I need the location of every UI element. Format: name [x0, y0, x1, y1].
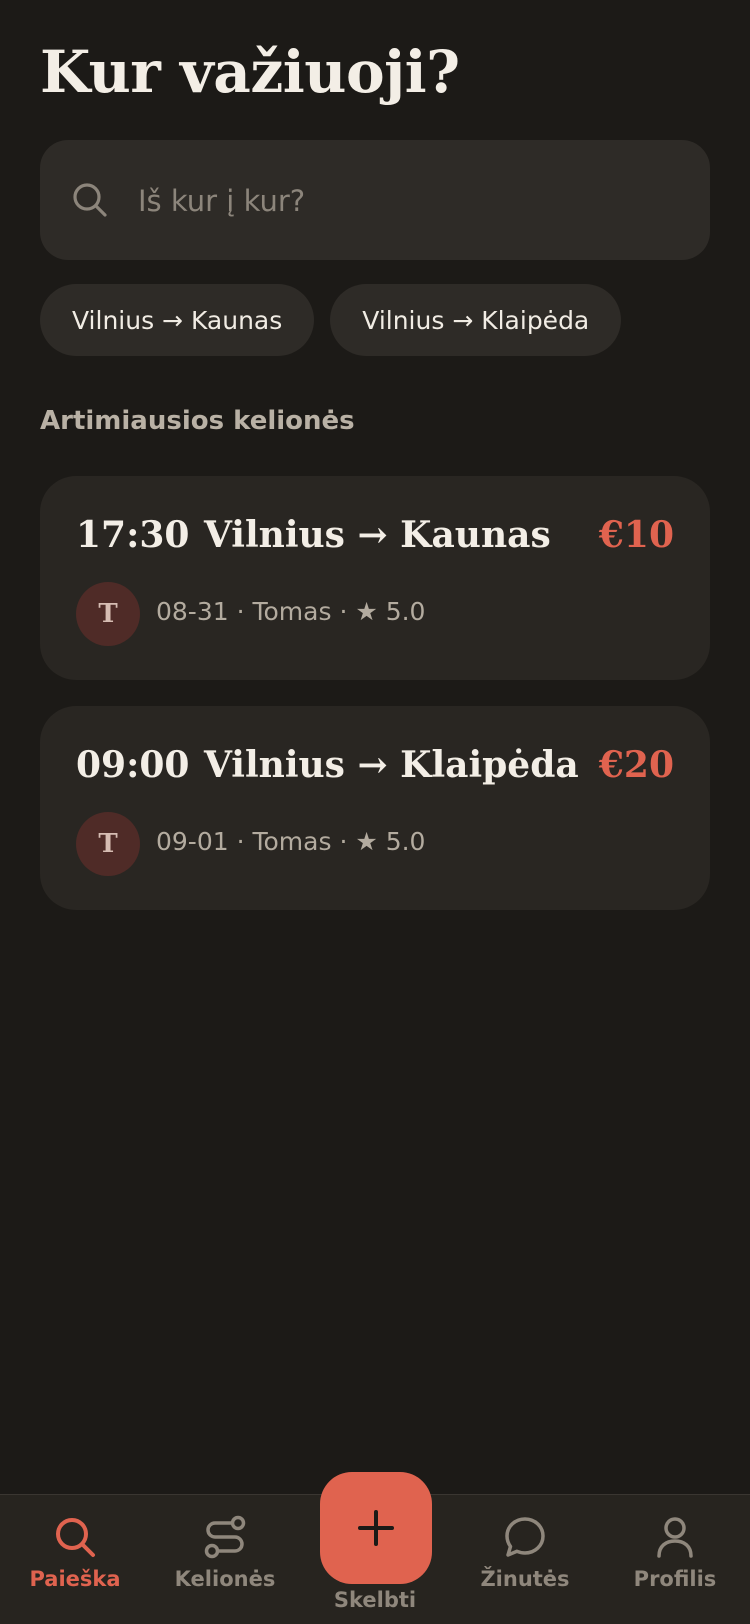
tab-trips[interactable]: Kelionės	[150, 1515, 300, 1591]
trip-meta: 09-01 · Tomas · ★ 5.0	[156, 827, 426, 856]
search-icon	[56, 1518, 95, 1557]
tab-profile[interactable]: Profilis	[600, 1515, 750, 1591]
page-title: Kur važiuoji?	[40, 38, 460, 106]
tab-search[interactable]: Paieška	[0, 1515, 150, 1591]
trip-meta: 08-31 · Tomas · ★ 5.0	[156, 597, 426, 626]
route-icon	[204, 1515, 246, 1559]
driver-avatar: T	[76, 582, 140, 646]
search-input[interactable]	[136, 170, 680, 232]
trip-route: Vilnius → Klaipėda	[204, 744, 579, 786]
tab-label: Paieška	[29, 1567, 121, 1591]
tab-label: Profilis	[633, 1567, 717, 1591]
publish-button[interactable]	[320, 1472, 432, 1584]
driver-avatar: T	[76, 812, 140, 876]
publish-label: Skelbti	[333, 1588, 417, 1612]
trip-card[interactable]: 17:30 Vilnius → Kaunas €10 T 08-31 · Tom…	[40, 476, 710, 680]
tab-label: Žinutės	[480, 1567, 570, 1591]
search-box[interactable]	[40, 140, 710, 260]
quick-route-chips: Vilnius → Kaunas Vilnius → Klaipėda	[40, 284, 622, 356]
trip-price: €20	[598, 744, 674, 786]
quick-route-chip[interactable]: Vilnius → Kaunas	[40, 284, 315, 356]
plus-icon	[358, 1510, 394, 1546]
trip-price: €10	[598, 514, 674, 556]
tab-messages[interactable]: Žinutės	[450, 1515, 600, 1591]
trip-card[interactable]: 09:00 Vilnius → Klaipėda €20 T 09-01 · T…	[40, 706, 710, 910]
trip-time: 17:30	[76, 514, 190, 556]
section-title: Artimiausios kelionės	[40, 406, 355, 436]
trip-time: 09:00	[76, 744, 190, 786]
chat-bubble-icon	[505, 1517, 545, 1557]
user-icon	[657, 1517, 693, 1558]
ride-search-screen: Kur važiuoji? Vilnius → Kaunas Vilnius →…	[0, 0, 750, 1624]
quick-route-chip[interactable]: Vilnius → Klaipėda	[330, 284, 622, 356]
trip-route: Vilnius → Kaunas	[204, 514, 551, 556]
search-icon	[73, 183, 107, 217]
tab-label: Kelionės	[174, 1567, 276, 1591]
